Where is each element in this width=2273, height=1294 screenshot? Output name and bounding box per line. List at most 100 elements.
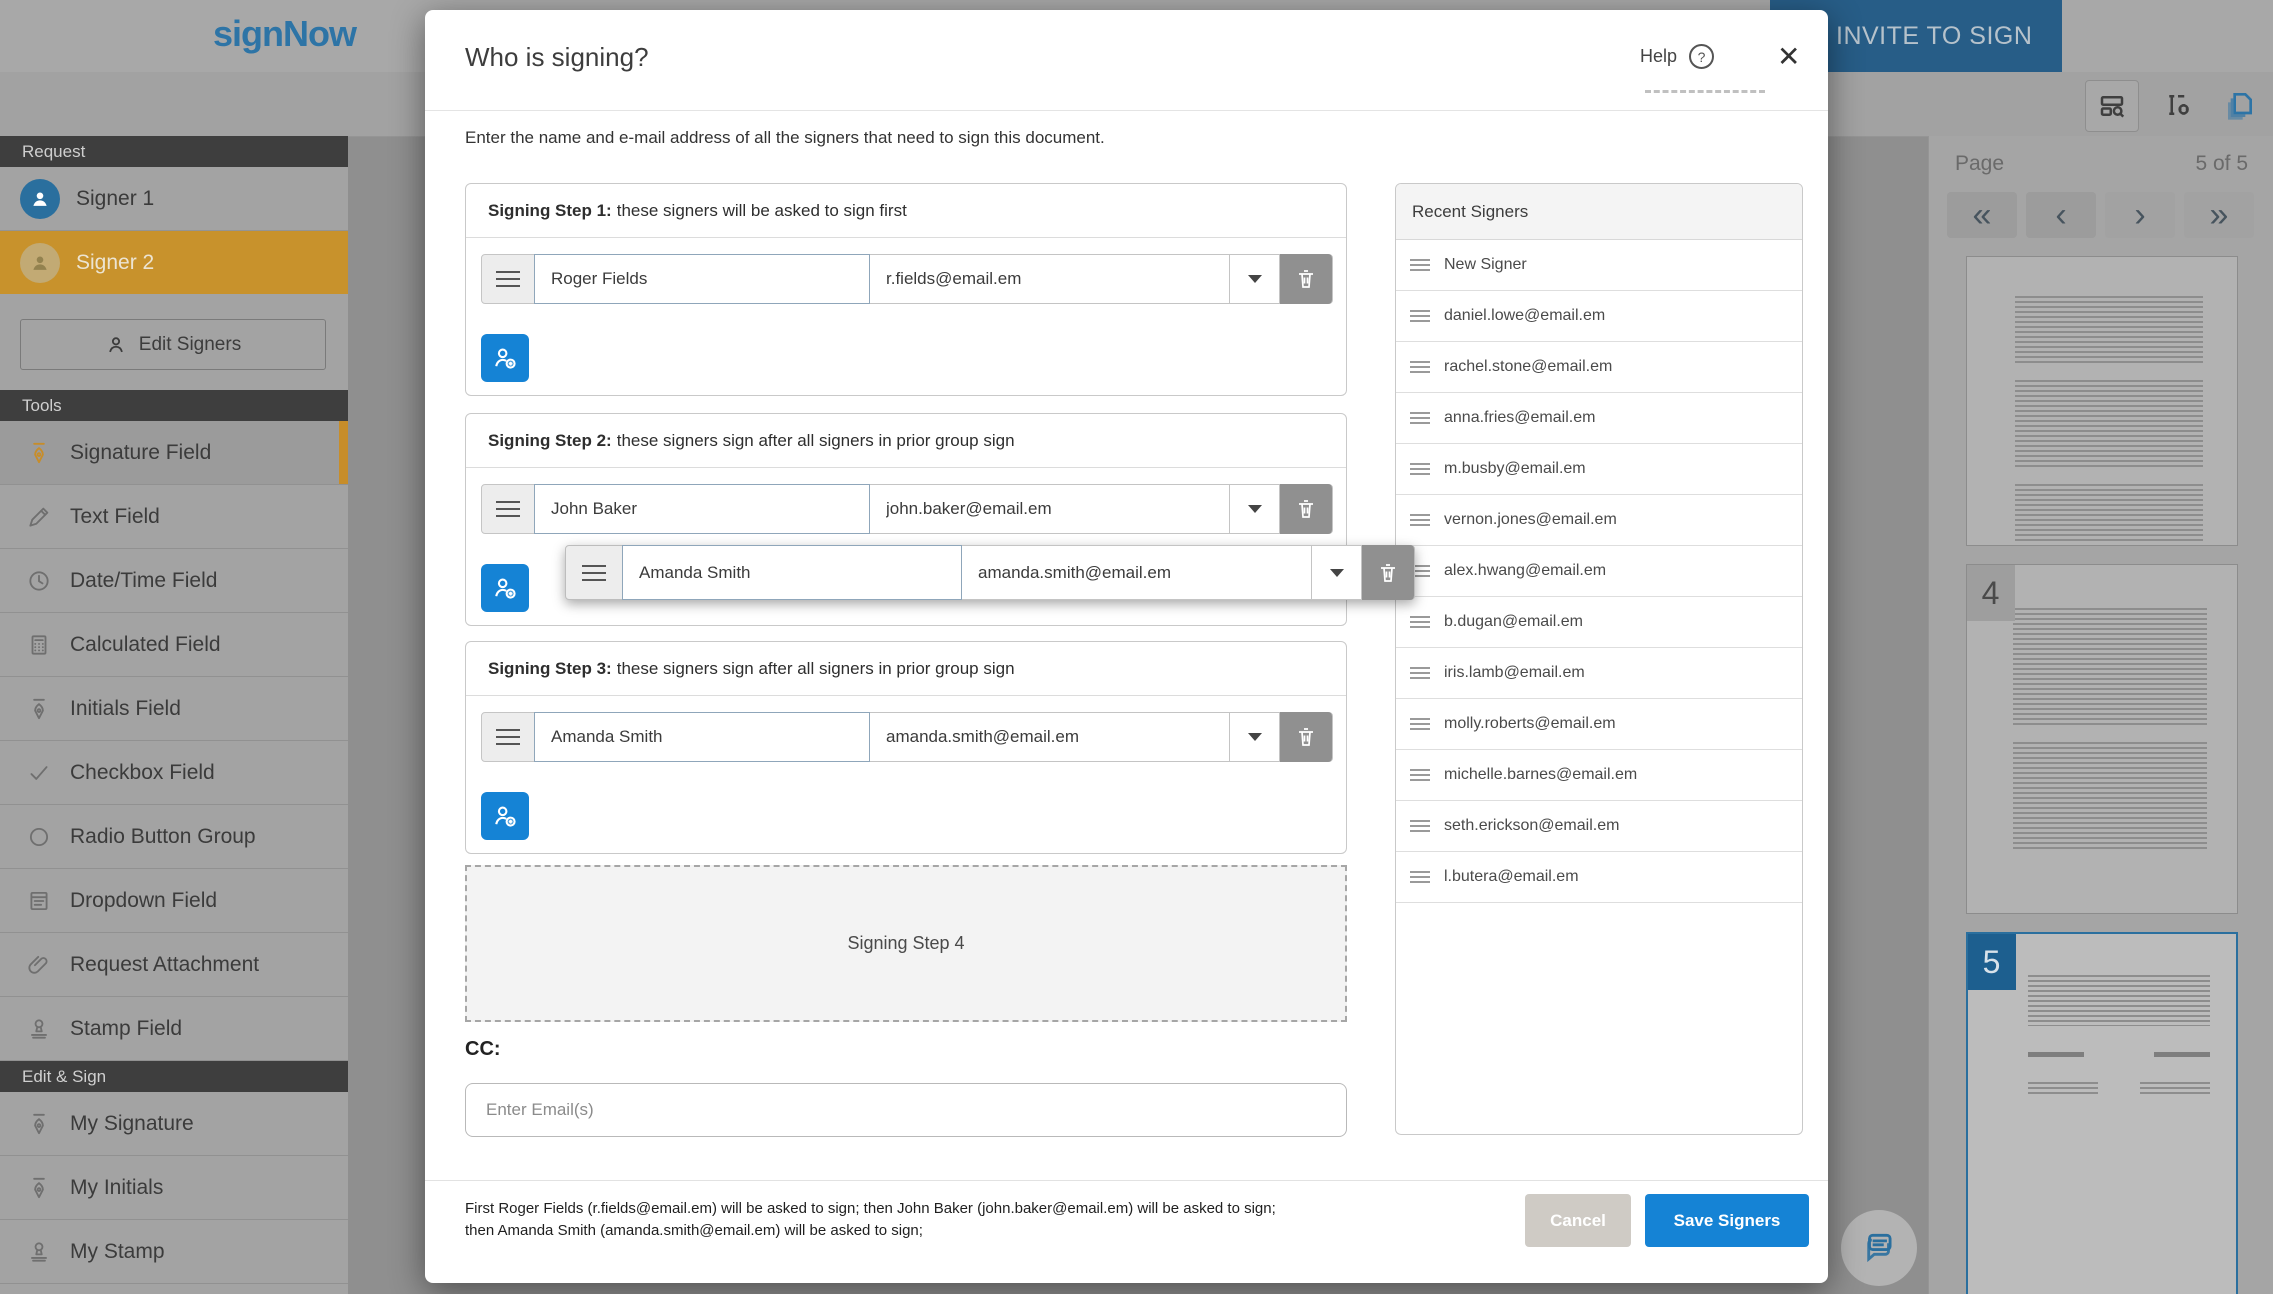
chevron-down-icon xyxy=(1247,733,1262,741)
recent-signer-vernon-jones-email-em[interactable]: vernon.jones@email.em xyxy=(1396,495,1802,546)
save-signers-button[interactable]: Save Signers xyxy=(1645,1194,1809,1247)
edit-signers-button[interactable]: Edit Signers xyxy=(20,319,326,370)
drag-handle-icon xyxy=(1410,412,1430,424)
drag-handle-icon xyxy=(1410,310,1430,322)
signer-options-dropdown[interactable] xyxy=(1230,712,1280,762)
drag-handle[interactable] xyxy=(482,485,534,533)
last-page-button[interactable]: » xyxy=(2184,192,2254,238)
edit-signers-wrap: Edit Signers xyxy=(0,294,348,390)
tool-item-signature-field[interactable]: Signature Field xyxy=(0,421,348,485)
recent-signer-daniel-lowe-email-em[interactable]: daniel.lowe@email.em xyxy=(1396,291,1802,342)
delete-signer-button[interactable] xyxy=(1280,254,1332,304)
signer-options-dropdown[interactable] xyxy=(1230,484,1280,534)
page-thumbnail-4[interactable]: 4 xyxy=(1965,564,2238,914)
signer-name-input[interactable] xyxy=(534,712,870,762)
cc-label: CC: xyxy=(465,1038,501,1060)
tool-item-dropdown-field[interactable]: Dropdown Field xyxy=(0,869,348,933)
tool-item-request-attachment[interactable]: Request Attachment xyxy=(0,933,348,997)
header-divider xyxy=(425,110,1828,111)
tool-item-radio-button-group[interactable]: Radio Button Group xyxy=(0,805,348,869)
signer-row xyxy=(481,712,1333,762)
signing-step-1-header: Signing Step 1: these signers will be ask… xyxy=(466,184,1346,238)
signer-email-input[interactable] xyxy=(870,712,1230,762)
signer-row xyxy=(481,484,1333,534)
paperclip-icon xyxy=(26,952,52,978)
stamp-icon xyxy=(26,1239,52,1265)
signnow-editor: signNow INVITE TO SIGN Request Signer 1 … xyxy=(0,0,2273,1294)
edit-sign-list: My Signature My Initials My Stamp xyxy=(0,1092,348,1284)
help-link[interactable]: Help ? xyxy=(1640,44,1715,69)
first-page-button[interactable]: « xyxy=(1947,192,2017,238)
page-count: 5 of 5 xyxy=(2195,152,2248,175)
sidebar-item-signer-2[interactable]: Signer 2 xyxy=(0,231,348,294)
next-page-button[interactable]: › xyxy=(2105,192,2175,238)
signer-avatar xyxy=(20,178,60,219)
page-thumbnail-5[interactable]: 5 xyxy=(1965,932,2238,1294)
tool-item-date-time-field[interactable]: Date/Time Field xyxy=(0,549,348,613)
clock-icon xyxy=(26,568,52,594)
drag-handle-icon xyxy=(1410,361,1430,373)
cancel-button[interactable]: Cancel xyxy=(1525,1194,1631,1247)
modal-subtitle: Enter the name and e-mail address of all… xyxy=(465,128,1105,147)
signer-options-dropdown[interactable] xyxy=(1230,254,1280,304)
signing-step-3-box: Signing Step 3: these signers sign after … xyxy=(465,641,1347,854)
add-signer-button[interactable] xyxy=(481,334,529,382)
recent-signer-b-dugan-email-em[interactable]: b.dugan@email.em xyxy=(1396,597,1802,648)
pages-icon[interactable] xyxy=(2214,80,2266,130)
page-thumbnail-3[interactable] xyxy=(1965,256,2238,546)
recent-signer-seth-erickson-email-em[interactable]: seth.erickson@email.em xyxy=(1396,801,1802,852)
field-search-icon[interactable] xyxy=(2085,80,2139,132)
sidebar-item-signer-1[interactable]: Signer 1 xyxy=(0,167,348,231)
delete-signer-button[interactable] xyxy=(1362,545,1414,600)
text-settings-icon[interactable] xyxy=(2152,80,2204,130)
drag-handle-icon xyxy=(1410,616,1430,628)
tool-item-text-field[interactable]: Text Field xyxy=(0,485,348,549)
signing-step-4-placeholder[interactable]: Signing Step 4 xyxy=(465,865,1347,1022)
recent-signer-molly-roberts-email-em[interactable]: molly.roberts@email.em xyxy=(1396,699,1802,750)
prev-page-button[interactable]: ‹ xyxy=(2026,192,2096,238)
signing-step-2-header: Signing Step 2: these signers sign after … xyxy=(466,414,1346,468)
tool-item-stamp-field[interactable]: Stamp Field xyxy=(0,997,348,1061)
drag-handle[interactable] xyxy=(482,713,534,761)
recent-signer-michelle-barnes-email-em[interactable]: michelle.barnes@email.em xyxy=(1396,750,1802,801)
signer-email-input[interactable] xyxy=(870,484,1230,534)
tool-item-checkbox-field[interactable]: Checkbox Field xyxy=(0,741,348,805)
signer-name-input[interactable] xyxy=(622,545,962,600)
page-thumbnail-badge: 5 xyxy=(1967,934,2016,990)
cc-email-input[interactable] xyxy=(465,1083,1347,1137)
recent-signer-m-busby-email-em[interactable]: m.busby@email.em xyxy=(1396,444,1802,495)
page-nav-row: « ‹ › » xyxy=(1929,186,2273,238)
recent-signer-iris-lamb-email-em[interactable]: iris.lamb@email.em xyxy=(1396,648,1802,699)
tool-item-initials-field[interactable]: Initials Field xyxy=(0,677,348,741)
signer-name-input[interactable] xyxy=(534,484,870,534)
tool-item-my-stamp[interactable]: My Stamp xyxy=(0,1220,348,1284)
drag-handle-icon xyxy=(1410,514,1430,526)
pen-nib-icon xyxy=(26,440,52,466)
drag-handle-icon xyxy=(1410,463,1430,475)
recent-signer-anna-fries-email-em[interactable]: anna.fries@email.em xyxy=(1396,393,1802,444)
signer-email-input[interactable] xyxy=(962,545,1312,600)
recent-signer-alex-hwang-email-em[interactable]: alex.hwang@email.em xyxy=(1396,546,1802,597)
delete-signer-button[interactable] xyxy=(1280,712,1332,762)
signer-email-input[interactable] xyxy=(870,254,1230,304)
close-icon[interactable]: ✕ xyxy=(1773,36,1804,77)
page-thumbnail-badge: 4 xyxy=(1966,565,2015,621)
drag-handle[interactable] xyxy=(566,546,622,599)
recent-signer-new-signer[interactable]: New Signer xyxy=(1396,240,1802,291)
add-signer-button[interactable] xyxy=(481,564,529,612)
tool-item-my-signature[interactable]: My Signature xyxy=(0,1092,348,1156)
recent-signers-header: Recent Signers xyxy=(1396,184,1802,240)
chat-button[interactable] xyxy=(1841,1210,1917,1286)
signer-name-input[interactable] xyxy=(534,254,870,304)
recent-signer-rachel-stone-email-em[interactable]: rachel.stone@email.em xyxy=(1396,342,1802,393)
pen-nib-icon xyxy=(26,1175,52,1201)
tool-item-my-initials[interactable]: My Initials xyxy=(0,1156,348,1220)
drag-handle[interactable] xyxy=(482,255,534,303)
tool-item-calculated-field[interactable]: Calculated Field xyxy=(0,613,348,677)
signer-options-dropdown[interactable] xyxy=(1312,545,1362,600)
recent-signer-l-butera-email-em[interactable]: l.butera@email.em xyxy=(1396,852,1802,903)
dragged-signer-row[interactable] xyxy=(565,545,1415,600)
delete-signer-button[interactable] xyxy=(1280,484,1332,534)
recent-signers-panel: Recent Signers New Signer daniel.lowe@ema… xyxy=(1395,183,1803,1135)
add-signer-button[interactable] xyxy=(481,792,529,840)
